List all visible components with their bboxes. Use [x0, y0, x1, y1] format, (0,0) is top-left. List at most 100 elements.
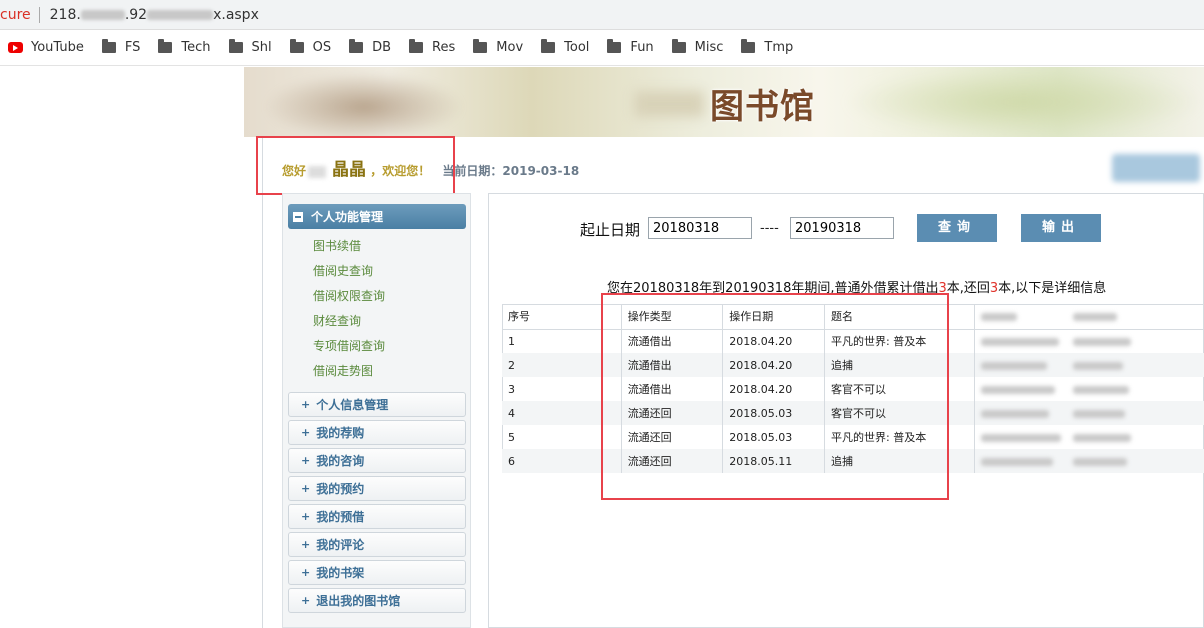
redacted-cell: [1066, 353, 1204, 377]
folder-icon: [607, 39, 622, 53]
sidebar-item[interactable]: 借阅走势图: [313, 362, 373, 379]
redacted-url-part: [147, 9, 214, 20]
redacted-cell: [973, 425, 1067, 449]
bookmark-label: Tool: [564, 40, 590, 55]
sidebar-section[interactable]: + 我的书架: [288, 560, 466, 585]
redacted-text: [980, 433, 1061, 442]
section-label: 我的书架: [316, 566, 365, 580]
bookmark-youtube[interactable]: YouTube: [0, 40, 84, 55]
redacted-text: [1072, 312, 1117, 321]
section-label: 个人信息管理: [316, 398, 389, 412]
sidebar-section[interactable]: + 退出我的图书馆: [288, 588, 466, 613]
menu-label: 个人功能管理: [311, 210, 384, 224]
bookmark-mov[interactable]: Mov: [473, 39, 523, 55]
banner-image: [844, 67, 1204, 137]
sidebar-section[interactable]: + 个人信息管理: [288, 392, 466, 417]
bookmark-tool[interactable]: Tool: [541, 39, 590, 55]
bookmark-label: Tmp: [764, 40, 794, 55]
bookmarks-bar: YouTube FS Tech Shl OS DB Res Mov Tool Fun Misc Tmp: [0, 30, 1204, 66]
bookmark-shl[interactable]: Shl: [228, 39, 272, 55]
sidebar-section[interactable]: + 我的预约: [288, 476, 466, 501]
redacted-cell: [973, 449, 1067, 473]
export-button[interactable]: 输出: [1021, 214, 1101, 242]
query-button[interactable]: 查询: [917, 214, 997, 242]
url-start: 218.: [49, 6, 81, 23]
menu-personal-functions[interactable]: 个人功能管理: [288, 204, 466, 229]
bookmark-tech[interactable]: Tech: [158, 39, 211, 55]
folder-icon: [671, 39, 686, 53]
end-date-input[interactable]: [790, 217, 894, 239]
sidebar-item[interactable]: 专项借阅查询: [313, 337, 385, 354]
redacted-cell: [1066, 401, 1204, 425]
sidebar-section[interactable]: + 我的荐购: [288, 420, 466, 445]
redacted-text: [980, 361, 1047, 370]
redacted-text: [980, 312, 1017, 321]
sidebar-section[interactable]: + 我的预借: [288, 504, 466, 529]
section-label: 我的荐购: [316, 426, 365, 440]
redacted-text: [1072, 409, 1125, 418]
start-date-input[interactable]: [648, 217, 752, 239]
redacted-cell: [973, 304, 1067, 330]
redacted-button[interactable]: [1112, 154, 1200, 182]
sidebar-section[interactable]: + 我的评论: [288, 532, 466, 557]
url-mid: .92: [124, 6, 148, 23]
redacted-text: [980, 409, 1049, 418]
bookmark-db[interactable]: DB: [349, 39, 391, 55]
bookmark-misc[interactable]: Misc: [671, 39, 724, 55]
expand-icon: +: [301, 594, 311, 607]
bookmark-label: Fun: [630, 40, 654, 55]
folder-icon: [473, 39, 488, 53]
redacted-cell: [973, 353, 1067, 377]
section-label: 我的预借: [316, 510, 365, 524]
redacted-cell: [973, 329, 1067, 353]
sidebar-item[interactable]: 图书续借: [313, 237, 361, 254]
bookmark-fun[interactable]: Fun: [607, 39, 654, 55]
redacted-text: [1072, 433, 1131, 442]
youtube-icon: [8, 42, 23, 53]
folder-icon: [349, 39, 364, 53]
bookmark-label: Tech: [181, 40, 211, 55]
redacted-text: [1072, 337, 1131, 346]
folder-icon: [541, 39, 556, 53]
folder-icon: [289, 39, 304, 53]
folder-icon: [158, 39, 173, 53]
bookmark-res[interactable]: Res: [409, 39, 456, 55]
redacted-logo-part: [634, 91, 704, 117]
redacted-cell: [1066, 449, 1204, 473]
redacted-text: [1072, 361, 1123, 370]
section-label: 我的评论: [316, 538, 365, 552]
expand-icon: +: [301, 398, 311, 411]
summary-suffix: 本,以下是详细信息: [998, 281, 1107, 296]
bookmark-fs[interactable]: FS: [101, 39, 140, 55]
sidebar-item[interactable]: 财经查询: [313, 312, 361, 329]
url-end: x.aspx: [213, 6, 259, 23]
bookmark-os[interactable]: OS: [289, 39, 332, 55]
redacted-text: [1072, 385, 1129, 394]
date-separator: ----: [760, 221, 779, 236]
bookmark-label: Res: [432, 40, 456, 55]
expand-icon: +: [301, 454, 311, 467]
folder-icon: [741, 39, 756, 53]
redacted-text: [980, 457, 1053, 466]
library-banner: 图书馆: [244, 67, 1204, 137]
current-date: 当前日期：2019-03-18: [442, 164, 580, 178]
sidebar-item[interactable]: 借阅史查询: [313, 262, 373, 279]
bookmark-label: OS: [312, 40, 332, 55]
security-indicator[interactable]: cure: [0, 7, 31, 23]
sidebar-section[interactable]: + 我的咨询: [288, 448, 466, 473]
sidebar-item[interactable]: 借阅权限查询: [313, 287, 385, 304]
highlight-box: [601, 293, 949, 500]
redacted-url-part: [80, 9, 125, 20]
redacted-cell: [1067, 329, 1204, 353]
summary-middle: 本,还回: [946, 281, 990, 296]
redacted-cell: [1066, 304, 1204, 330]
bookmark-label: Misc: [694, 40, 724, 55]
folder-icon: [228, 39, 243, 53]
expand-icon: +: [301, 538, 311, 551]
divider: [38, 6, 40, 23]
returned-count: 3: [989, 281, 999, 296]
redacted-text: [1072, 457, 1127, 466]
address-bar[interactable]: cure 218. .92 x.aspx: [0, 0, 1204, 30]
section-label: 退出我的图书馆: [316, 594, 401, 608]
bookmark-tmp[interactable]: Tmp: [741, 39, 794, 55]
